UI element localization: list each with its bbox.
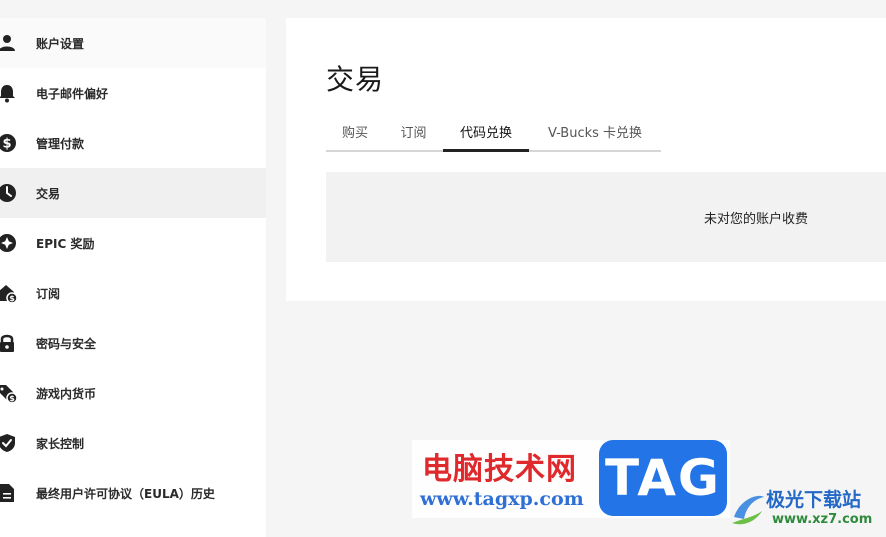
tab-subscriptions[interactable]: 订阅	[384, 122, 443, 150]
watermark-site-url: www.tagxp.com	[420, 488, 584, 510]
watermark-tag-badge: TAG	[599, 440, 727, 516]
sidebar-item-label: EPIC 奖励	[36, 236, 95, 251]
house-dollar-icon: $	[0, 282, 18, 304]
tab-code-redemption[interactable]: 代码兑换	[443, 122, 529, 150]
sidebar-item-account-settings[interactable]: 账户设置	[0, 18, 266, 68]
star-badge-icon	[0, 232, 18, 254]
person-icon	[0, 32, 18, 54]
lock-icon	[0, 332, 18, 354]
svg-text:$: $	[2, 137, 11, 152]
sidebar-item-label: 最终用户许可协议（EULA）历史	[36, 486, 215, 501]
svg-text:$: $	[9, 394, 15, 403]
sidebar-item-label: 账户设置	[36, 36, 85, 51]
transactions-panel: 交易 购买 订阅 代码兑换 V-Bucks 卡兑换 未对您的账户收费	[286, 18, 886, 301]
bell-icon	[0, 82, 18, 104]
sidebar-item-label: 电子邮件偏好	[36, 86, 109, 101]
watermark-tag-text: TAG	[605, 449, 721, 507]
sidebar-item-transactions[interactable]: 交易	[0, 168, 266, 218]
corner-logo: 极光下载站 www.xz7.com	[728, 483, 886, 537]
clock-icon	[0, 182, 18, 204]
active-tab-indicator	[443, 149, 529, 152]
corner-logo-url: www.xz7.com	[772, 512, 873, 527]
sidebar-item-label: 交易	[36, 186, 61, 201]
sidebar-item-eula-history[interactable]: 最终用户许可协议（EULA）历史	[0, 468, 266, 518]
empty-state: 未对您的账户收费	[326, 172, 886, 262]
aurora-logo-icon	[730, 489, 766, 533]
shield-check-icon	[0, 432, 18, 454]
corner-logo-name: 极光下载站	[766, 489, 862, 511]
sidebar-item-subscriptions[interactable]: $ 订阅	[0, 268, 266, 318]
svg-text:$: $	[9, 294, 15, 303]
sidebar: 账户设置 电子邮件偏好 $ 管理付款 交易 EPIC 奖励 $ 订阅 密码与安全	[0, 18, 266, 537]
page-title: 交易	[326, 63, 385, 96]
sidebar-item-email-preferences[interactable]: 电子邮件偏好	[0, 68, 266, 118]
empty-state-message: 未对您的账户收费	[703, 211, 808, 227]
watermark-site-name: 电脑技术网	[422, 452, 577, 487]
sidebar-item-label: 管理付款	[36, 136, 85, 151]
transaction-tabs: 购买 订阅 代码兑换 V-Bucks 卡兑换	[326, 118, 661, 152]
sidebar-item-parental-controls[interactable]: 家长控制	[0, 418, 266, 468]
sidebar-item-epic-rewards[interactable]: EPIC 奖励	[0, 218, 266, 268]
document-icon	[0, 482, 18, 504]
tag-dollar-icon: $	[0, 382, 18, 404]
sidebar-item-in-game-currency[interactable]: $ 游戏内货币	[0, 368, 266, 418]
dollar-circle-icon: $	[0, 132, 18, 154]
sidebar-item-label: 游戏内货币	[36, 386, 97, 401]
tab-vbucks-card-redemption[interactable]: V-Bucks 卡兑换	[529, 122, 661, 150]
sidebar-item-label: 家长控制	[36, 436, 85, 451]
sidebar-item-label: 密码与安全	[36, 336, 97, 351]
sidebar-item-label: 订阅	[36, 286, 61, 301]
tab-purchases[interactable]: 购买	[326, 122, 384, 150]
sidebar-item-password-security[interactable]: 密码与安全	[0, 318, 266, 368]
watermark-overlay: 电脑技术网 www.tagxp.com TAG	[412, 440, 730, 518]
sidebar-item-manage-payments[interactable]: $ 管理付款	[0, 118, 266, 168]
